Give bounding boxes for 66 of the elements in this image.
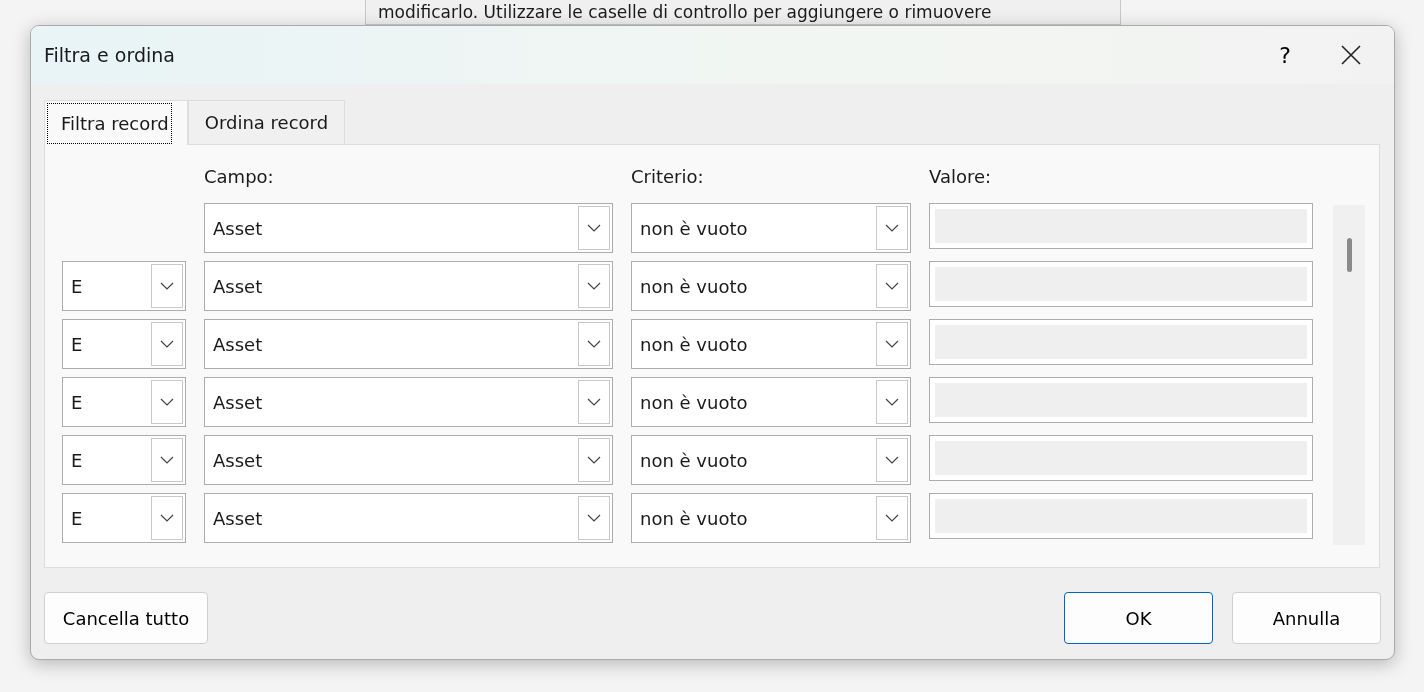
chevron-down-icon xyxy=(885,340,899,348)
close-button[interactable] xyxy=(1340,44,1362,66)
scrollbar[interactable] xyxy=(1333,205,1365,545)
help-button[interactable]: ? xyxy=(1260,38,1310,72)
dropdown-button[interactable] xyxy=(151,496,183,540)
dropdown[interactable]: E xyxy=(62,377,186,427)
chevron-down-icon xyxy=(587,514,601,522)
chevron-down-icon xyxy=(885,514,899,522)
dropdown-button[interactable] xyxy=(876,380,908,424)
background-window-text: modificarlo. Utilizzare le caselle di controllo per aggiungere o rimuovere xyxy=(378,1,992,23)
dropdown[interactable]: non è vuoto xyxy=(631,319,911,369)
dropdown-button[interactable] xyxy=(876,496,908,540)
dropdown-button[interactable] xyxy=(578,322,610,366)
dropdown[interactable]: Asset xyxy=(204,319,613,369)
tab[interactable]: Ordina record xyxy=(187,100,346,144)
chevron-down-icon xyxy=(160,340,174,348)
column-label: Valore: xyxy=(929,166,992,187)
dialog-title: Filtra e ordina xyxy=(44,42,176,68)
dropdown-button[interactable] xyxy=(151,380,183,424)
dropdown[interactable]: non è vuoto xyxy=(631,377,911,427)
column-label: Criterio: xyxy=(631,166,704,187)
dropdown-button[interactable] xyxy=(151,438,183,482)
dropdown-button[interactable] xyxy=(876,322,908,366)
dropdown[interactable]: Asset xyxy=(204,203,613,253)
chevron-down-icon xyxy=(587,456,601,464)
chevron-down-icon xyxy=(160,514,174,522)
column-label: Campo: xyxy=(204,166,274,187)
chevron-down-icon xyxy=(160,398,174,406)
dropdown-button[interactable] xyxy=(578,438,610,482)
dropdown[interactable]: Asset xyxy=(204,493,613,543)
chevron-down-icon xyxy=(587,340,601,348)
chevron-down-icon xyxy=(160,282,174,290)
dropdown[interactable]: non è vuoto xyxy=(631,261,911,311)
dropdown-button[interactable] xyxy=(578,264,610,308)
chevron-down-icon xyxy=(587,398,601,406)
chevron-down-icon xyxy=(587,282,601,290)
dropdown-button[interactable] xyxy=(151,322,183,366)
dropdown[interactable]: non è vuoto xyxy=(631,203,911,253)
tab[interactable]: Filtra record xyxy=(44,100,188,145)
chevron-down-icon xyxy=(587,224,601,232)
dropdown[interactable]: E xyxy=(62,435,186,485)
dropdown-button[interactable] xyxy=(578,206,610,250)
chevron-down-icon xyxy=(160,456,174,464)
ok-button[interactable]: OK xyxy=(1064,592,1213,644)
dropdown[interactable]: E xyxy=(62,319,186,369)
dropdown[interactable]: Asset xyxy=(204,261,613,311)
close-icon xyxy=(1340,44,1362,66)
scrollbar-thumb[interactable] xyxy=(1346,238,1352,272)
clear-all-button[interactable]: Cancella tutto xyxy=(44,592,208,644)
dropdown-button[interactable] xyxy=(578,380,610,424)
dropdown[interactable]: non è vuoto xyxy=(631,435,911,485)
dropdown-button[interactable] xyxy=(578,496,610,540)
dropdown[interactable]: E xyxy=(62,493,186,543)
chevron-down-icon xyxy=(885,282,899,290)
chevron-down-icon xyxy=(885,398,899,406)
cancel-button[interactable]: Annulla xyxy=(1232,592,1381,644)
dropdown-button[interactable] xyxy=(876,264,908,308)
dropdown[interactable]: E xyxy=(62,261,186,311)
dropdown[interactable]: Asset xyxy=(204,435,613,485)
dropdown[interactable]: non è vuoto xyxy=(631,493,911,543)
chevron-down-icon xyxy=(885,224,899,232)
dropdown[interactable]: Asset xyxy=(204,377,613,427)
dropdown-button[interactable] xyxy=(151,264,183,308)
chevron-down-icon xyxy=(885,456,899,464)
dropdown-button[interactable] xyxy=(876,206,908,250)
dropdown-button[interactable] xyxy=(876,438,908,482)
